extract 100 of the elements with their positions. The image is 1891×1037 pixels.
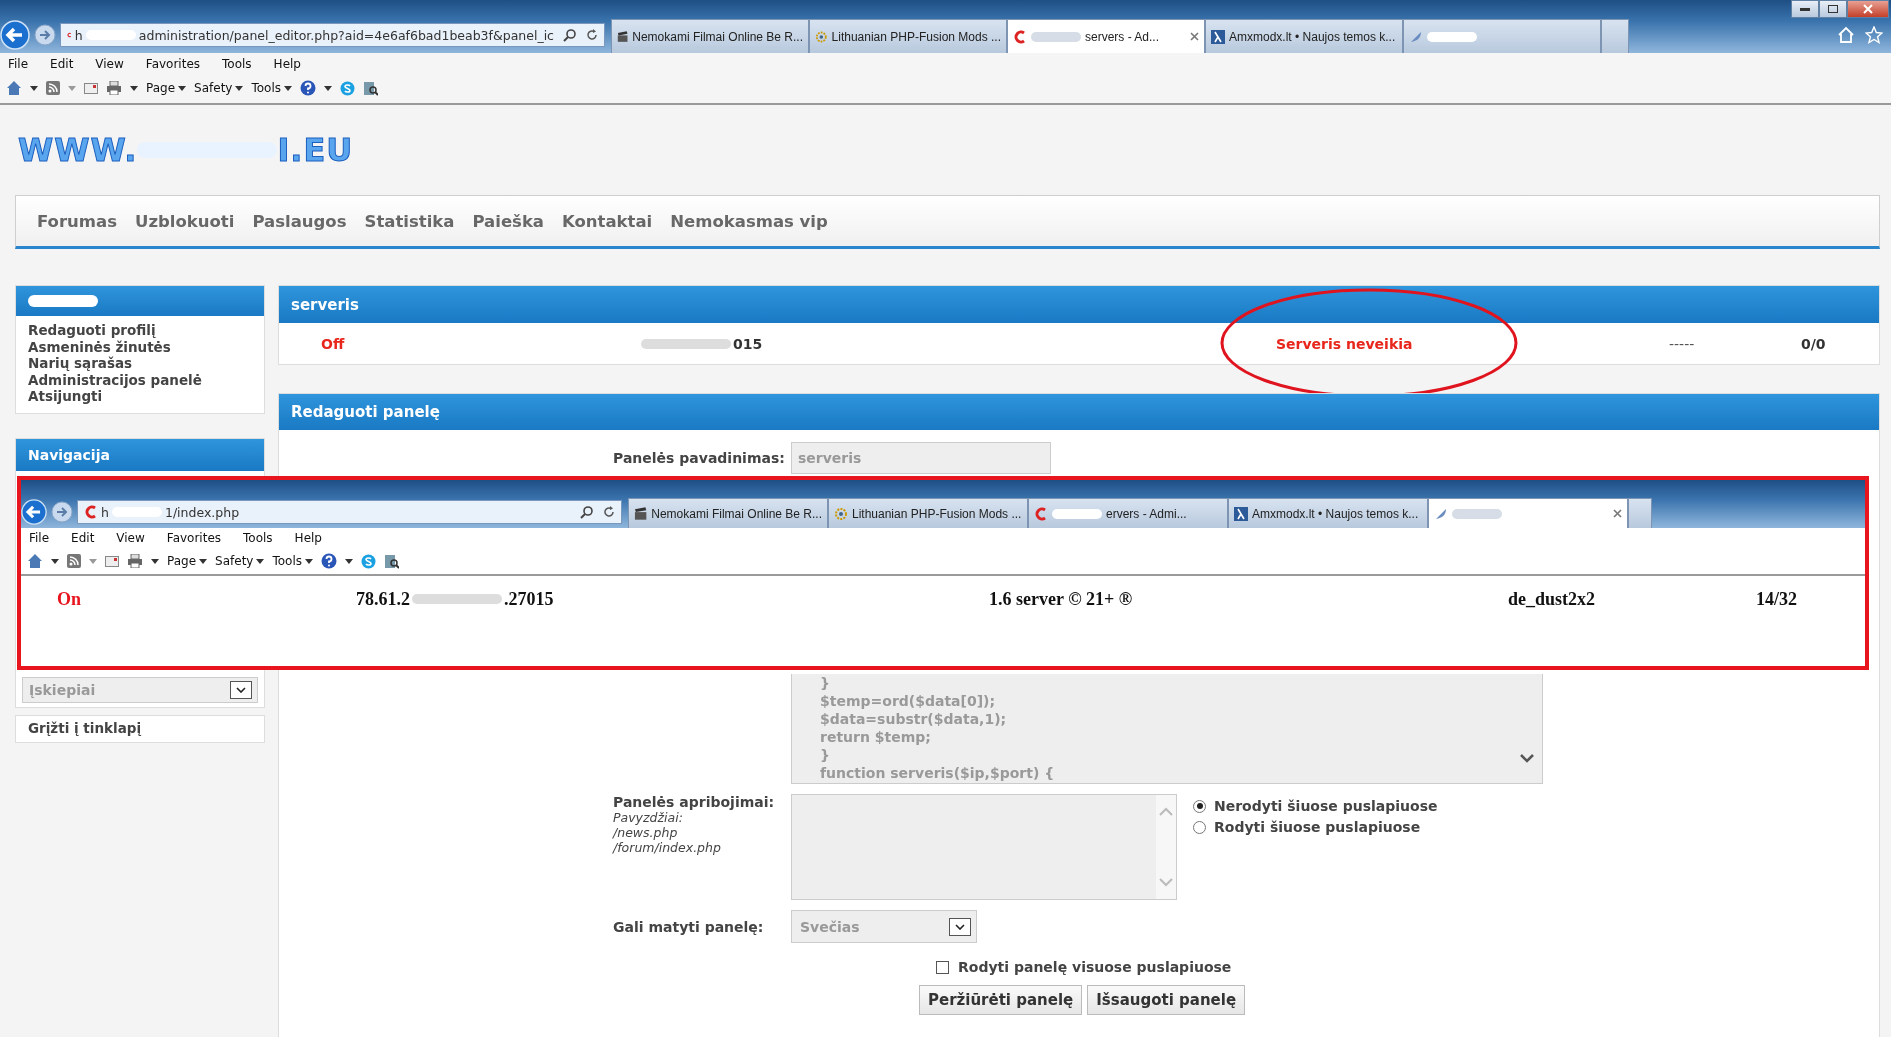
command-menu[interactable]: Page — [146, 81, 176, 95]
research-icon[interactable] — [363, 80, 378, 96]
star-icon[interactable] — [1865, 26, 1883, 44]
site-favicon-icon — [84, 505, 98, 519]
close-tab-icon[interactable] — [1613, 509, 1622, 518]
close-tab-icon[interactable] — [1190, 32, 1199, 41]
restore-button[interactable] — [1819, 0, 1847, 18]
nav-link[interactable]: Nemokasmas vip — [670, 211, 828, 231]
sidebar-link[interactable]: Redaguoti profilį — [28, 322, 264, 339]
browser-tab[interactable]: Nemokami Filmai Online Be R... — [611, 19, 809, 53]
nav-link[interactable]: Uzblokuoti — [135, 211, 235, 231]
command-menu[interactable]: Page — [167, 554, 197, 568]
code-line: return $temp; — [820, 728, 931, 746]
address-field[interactable]: h 1/index.php — [77, 500, 622, 524]
form-button[interactable]: Peržiūrėti panelę — [919, 985, 1083, 1015]
browser-tab[interactable]: Lithuanian PHP-Fusion Mods ... — [809, 19, 1007, 53]
skype-icon[interactable] — [361, 553, 376, 569]
back-button[interactable] — [21, 499, 47, 525]
caret-icon[interactable] — [151, 558, 159, 564]
forward-button[interactable] — [51, 501, 73, 523]
feed-icon[interactable] — [46, 81, 60, 95]
printer-icon[interactable] — [106, 81, 122, 95]
menu-item[interactable]: Tools — [222, 57, 252, 71]
caret-icon[interactable] — [178, 85, 187, 91]
caret-icon[interactable] — [30, 85, 38, 91]
minimize-button[interactable] — [1791, 0, 1819, 18]
help-icon[interactable] — [300, 80, 316, 96]
menu-item[interactable]: File — [29, 531, 50, 545]
printer-icon[interactable] — [127, 554, 143, 568]
browser-tab[interactable] — [1403, 19, 1601, 53]
back-button[interactable] — [0, 20, 30, 50]
sidebar-link[interactable]: Narių sąrašas — [28, 355, 264, 372]
nav-link[interactable]: Statistika — [364, 211, 455, 231]
player-count: 14/32 — [1756, 588, 1798, 610]
caret-icon[interactable] — [235, 85, 244, 91]
server-name: Serveris neveikia — [1276, 335, 1414, 352]
radio-option[interactable]: Rodyti šiuose puslapiuose — [1193, 819, 1438, 835]
chevron-down-icon[interactable] — [1520, 754, 1534, 763]
home-icon[interactable] — [6, 80, 22, 96]
menu-item[interactable]: Favorites — [145, 57, 201, 71]
refresh-icon[interactable] — [603, 506, 615, 518]
browser-tab[interactable]: ervers - Admi... — [1028, 498, 1228, 528]
feed-icon[interactable] — [67, 554, 81, 568]
browser-tab[interactable]: Amxmodx.lt • Naujos temos k... — [1205, 19, 1403, 53]
home-icon[interactable] — [27, 553, 43, 569]
command-menu[interactable]: Safety — [215, 554, 254, 568]
menu-item[interactable]: Edit — [71, 531, 95, 545]
sidebar-link[interactable]: Atsijungti — [28, 388, 264, 405]
search-icon[interactable] — [580, 505, 594, 519]
menu-item[interactable]: Help — [273, 57, 301, 71]
menu-item[interactable]: File — [8, 57, 29, 71]
menu-item[interactable]: View — [116, 531, 145, 545]
home-icon[interactable] — [1837, 26, 1855, 44]
browser-tab[interactable]: Nemokami Filmai Online Be R... — [628, 498, 828, 528]
address-field[interactable]: h administration/panel_editor.php?aid=4e6af6bad1beab3f&panel_ic — [60, 23, 605, 47]
menu-item[interactable]: View — [95, 57, 124, 71]
caret-icon[interactable] — [130, 85, 138, 91]
form-button[interactable]: Išsaugoti panelę — [1087, 985, 1246, 1015]
command-menu[interactable]: Tools — [251, 81, 281, 95]
caret-icon[interactable] — [284, 85, 292, 91]
forward-button[interactable] — [34, 24, 56, 46]
research-icon[interactable] — [384, 553, 399, 569]
menu-item[interactable]: Tools — [243, 531, 273, 545]
search-icon[interactable] — [563, 28, 577, 42]
mail-icon[interactable] — [84, 82, 98, 94]
back-link[interactable]: Grįžti į tinklapį — [28, 720, 142, 737]
browser-tab[interactable]: Lithuanian PHP-Fusion Mods ... — [828, 498, 1028, 528]
caret-icon[interactable] — [345, 558, 353, 564]
menu-item[interactable]: Help — [294, 531, 322, 545]
caret-icon[interactable] — [199, 558, 208, 564]
code-line: } — [820, 746, 830, 764]
clapperboard-icon — [617, 29, 629, 44]
sidebar-link[interactable]: Asmeninės žinutės — [28, 338, 264, 355]
caret-icon[interactable] — [324, 85, 332, 91]
nav-link[interactable]: Paslaugos — [252, 211, 347, 231]
close-button[interactable] — [1847, 0, 1889, 18]
server-port: .27015 — [504, 588, 554, 610]
nav-link[interactable]: Kontaktai — [562, 211, 653, 231]
command-menu[interactable]: Safety — [194, 81, 233, 95]
radio-option[interactable]: Nerodyti šiuose puslapiuose — [1193, 798, 1438, 814]
server-address: 78.61.2 — [356, 588, 410, 610]
menu-item[interactable]: Favorites — [166, 531, 222, 545]
browser-tab[interactable] — [1428, 498, 1628, 528]
skype-icon[interactable] — [340, 80, 355, 96]
code-line: } — [820, 674, 830, 692]
mail-icon[interactable] — [105, 555, 119, 567]
panel-title: serveris — [291, 295, 359, 314]
refresh-icon[interactable] — [586, 29, 598, 41]
sidebar-link[interactable]: Administracijos panelė — [28, 371, 264, 388]
nav-link[interactable]: Paieška — [472, 211, 544, 231]
help-icon[interactable] — [321, 553, 337, 569]
caret-icon[interactable] — [305, 558, 313, 564]
command-menu[interactable]: Tools — [272, 554, 302, 568]
browser-tab[interactable]: servers - Ad... — [1007, 19, 1205, 53]
caret-icon[interactable] — [51, 558, 59, 564]
menu-item[interactable]: Edit — [50, 57, 74, 71]
nav-link[interactable]: Forumas — [37, 211, 117, 231]
show-all-checkbox[interactable]: Rodyti panelę visuose puslapiuose — [936, 959, 1879, 975]
browser-tab[interactable]: Amxmodx.lt • Naujos temos k... — [1228, 498, 1428, 528]
caret-icon[interactable] — [256, 558, 265, 564]
